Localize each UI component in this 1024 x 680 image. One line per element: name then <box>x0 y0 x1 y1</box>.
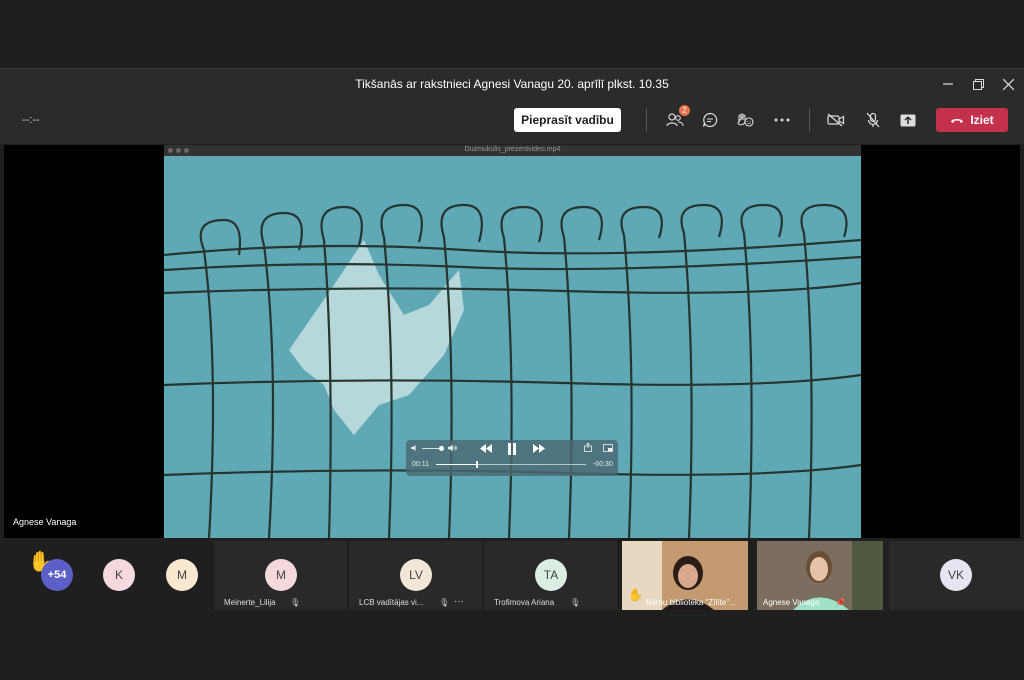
participant-tile[interactable]: TA Trofimova Ariana 🎙 <box>484 541 617 610</box>
meeting-toolbar: --:-- Pieprasīt vadību 2 Iziet <box>0 98 1024 144</box>
participant-name: Bērnu bibliotēka "Zīlīte"... <box>646 598 736 607</box>
fast-forward-icon[interactable] <box>533 444 545 453</box>
participant-video-tile[interactable]: ✋ Bērnu bibliotēka "Zīlīte"... <box>622 541 748 610</box>
toolbar-divider <box>646 108 647 132</box>
hang-up-icon <box>951 118 964 123</box>
participant-name: LCB vadītājas vi... <box>359 598 424 607</box>
participant-avatar[interactable]: M <box>166 559 198 591</box>
leave-label: Iziet <box>970 113 994 127</box>
participant-avatar: VK <box>940 559 972 591</box>
shared-video[interactable]: Duzmukulis_prezentvideo.mp4 00:11 -00:30 <box>164 145 861 538</box>
desktop-background-top <box>0 0 1024 68</box>
microphone-toggle-button[interactable] <box>860 108 886 132</box>
participant-avatar[interactable]: K <box>103 559 135 591</box>
participant-avatar: TA <box>535 559 567 591</box>
participant-name: Agnese Vanaga <box>763 598 820 607</box>
overflow-participants-button[interactable]: +54 <box>41 559 73 591</box>
close-window-button[interactable] <box>998 75 1018 93</box>
video-frame-image <box>164 156 861 538</box>
microphone-off-icon: 🎙 <box>570 598 581 607</box>
participant-avatar: LV <box>400 559 432 591</box>
leave-meeting-button[interactable]: Iziet <box>936 108 1008 132</box>
picture-in-picture-icon[interactable] <box>603 444 613 452</box>
request-control-button[interactable]: Pieprasīt vadību <box>514 108 621 132</box>
participant-video-tile[interactable]: Agnese Vanaga 📌 <box>757 541 883 610</box>
more-options-icon[interactable]: ··· <box>454 596 464 607</box>
participant-tile[interactable]: LV LCB vadītājas vi... 🎙 ··· <box>349 541 482 610</box>
volume-slider-thumb[interactable] <box>439 446 444 451</box>
participant-tile[interactable]: M Meinerte_Lilija 🎙 <box>214 541 347 610</box>
share-video-icon[interactable] <box>584 443 592 452</box>
close-icon <box>1002 78 1014 90</box>
camera-toggle-button[interactable] <box>823 108 849 132</box>
microphone-off-icon: 🎙 <box>439 598 450 607</box>
minimize-icon <box>943 83 953 85</box>
pin-icon: 📌 <box>835 598 845 607</box>
volume-low-icon[interactable] <box>411 444 419 452</box>
minimize-button[interactable] <box>938 75 958 93</box>
restore-icon <box>972 78 984 90</box>
more-actions-button[interactable] <box>769 108 795 132</box>
participant-tile[interactable]: VK <box>889 541 1024 610</box>
chat-icon <box>702 112 718 128</box>
more-options-icon <box>774 118 790 122</box>
video-player-controls: 00:11 -00:30 <box>406 440 618 476</box>
meeting-title: Tikšanās ar rakstnieci Agnesi Vanagu 20.… <box>355 77 669 91</box>
seek-thumb[interactable] <box>475 461 478 468</box>
remaining-time: -00:30 <box>593 461 613 468</box>
meeting-timer: --:-- <box>22 114 40 126</box>
pause-icon[interactable] <box>507 443 517 455</box>
participants-count-badge: 2 <box>679 105 690 116</box>
seek-bar[interactable] <box>436 461 586 468</box>
share-content-button[interactable] <box>895 108 921 132</box>
participant-name: Meinerte_Lilija <box>224 598 276 607</box>
reactions-icon <box>737 113 754 127</box>
chat-button[interactable] <box>697 108 723 132</box>
microphone-off-icon: 🎙 <box>290 598 301 607</box>
reactions-button[interactable] <box>732 108 758 132</box>
desktop-background-bottom <box>0 611 1024 680</box>
presenter-name-label: Agnese Vanaga <box>13 517 77 527</box>
seek-progress <box>436 464 477 465</box>
microphone-off-icon <box>866 112 880 128</box>
elapsed-time: 00:11 <box>412 461 429 468</box>
restore-button[interactable] <box>968 75 988 93</box>
participant-avatar: M <box>265 559 297 591</box>
camera-off-icon <box>827 113 845 127</box>
toolbar-divider <box>809 108 810 132</box>
raised-hand-icon: ✋ <box>628 588 643 602</box>
volume-high-icon[interactable] <box>448 444 458 452</box>
title-bar: Tikšanās ar rakstnieci Agnesi Vanagu 20.… <box>0 68 1024 99</box>
participants-button[interactable]: 2 <box>662 105 690 132</box>
share-screen-icon <box>900 114 916 126</box>
rewind-icon[interactable] <box>480 444 492 453</box>
participant-name: Trofimova Ariana <box>494 598 555 607</box>
